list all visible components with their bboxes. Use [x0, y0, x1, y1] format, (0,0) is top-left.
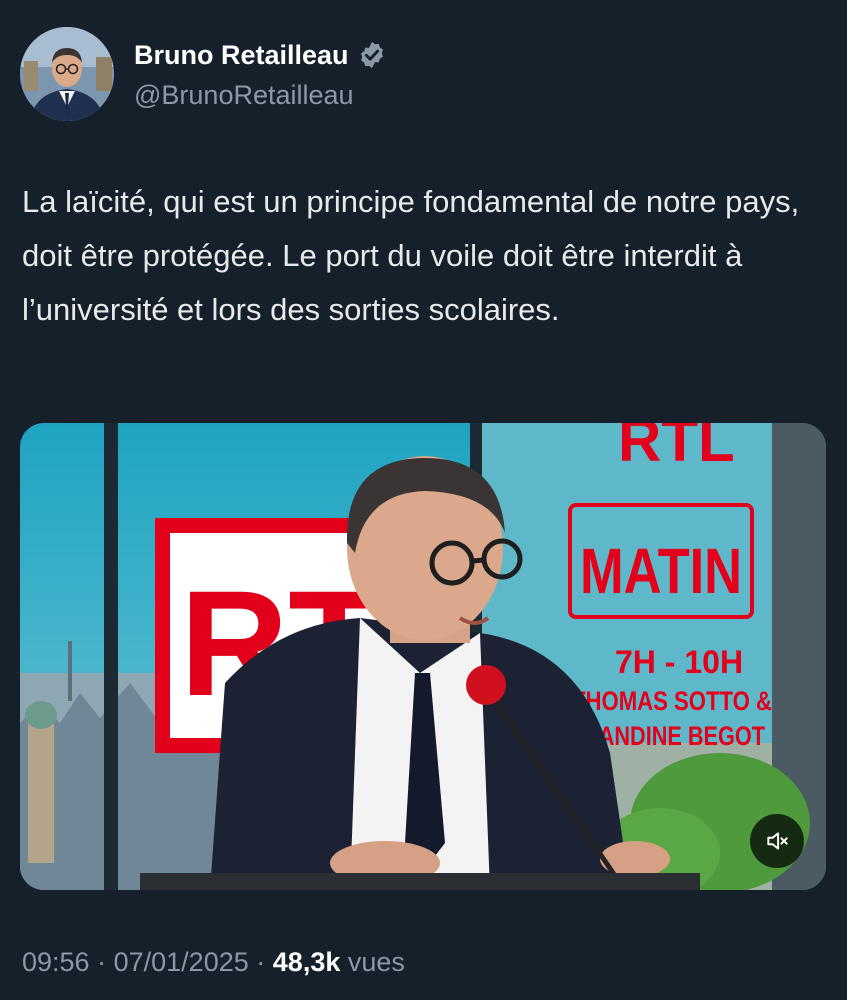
author-name-row: Bruno Retailleau — [134, 38, 387, 72]
meta-separator: · — [97, 947, 107, 977]
show-time-text: 7H - 10H — [615, 644, 743, 680]
tweet-time[interactable]: 09:56 — [22, 947, 90, 977]
tweet-date[interactable]: 07/01/2025 — [114, 947, 249, 977]
show-brand-text: RTL — [618, 423, 735, 474]
mute-toggle-button[interactable] — [750, 814, 804, 868]
views-label: vues — [347, 947, 405, 977]
verified-badge-icon[interactable] — [357, 40, 387, 70]
profile-photo-icon — [20, 27, 114, 121]
author-display-name[interactable]: Bruno Retailleau — [134, 38, 349, 72]
tweet-video[interactable]: RTL RTL MATIN 7H - 10H THOMAS SOTTO & AM… — [20, 423, 826, 890]
video-frame: RTL RTL MATIN 7H - 10H THOMAS SOTTO & AM… — [20, 423, 826, 890]
author-handle[interactable]: @BrunoRetailleau — [134, 78, 354, 112]
author-avatar[interactable] — [20, 27, 114, 121]
tweet-meta: 09:56 · 07/01/2025 · 48,3k vues — [22, 944, 405, 980]
views-count[interactable]: 48,3k — [273, 947, 341, 977]
host1-text: THOMAS SOTTO & — [572, 686, 772, 716]
speaker-muted-icon — [767, 832, 788, 850]
meta-separator: · — [256, 947, 266, 977]
tweet-text: La laïcité, qui est un principe fondamen… — [22, 184, 800, 327]
show-name-text: MATIN — [580, 535, 742, 607]
